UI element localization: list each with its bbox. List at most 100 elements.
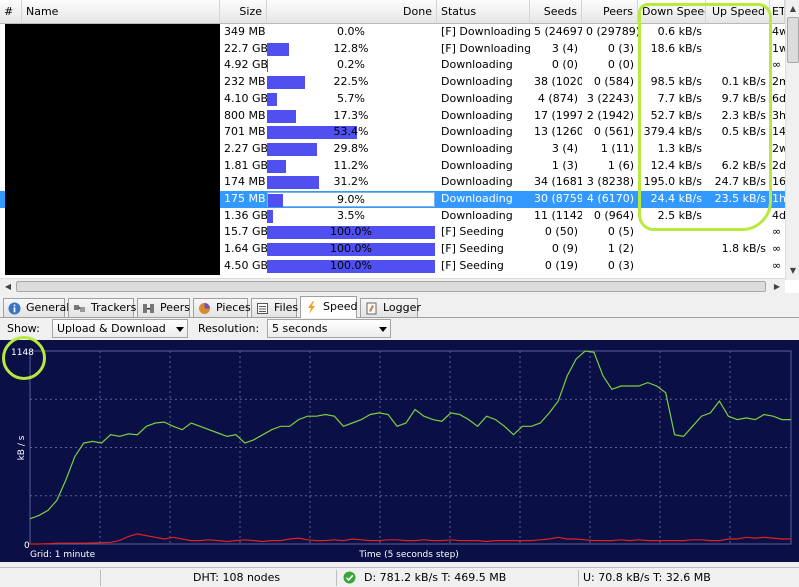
cell-status: Downloading [441, 158, 513, 172]
cell-seeds: 11 (1142) [534, 208, 582, 222]
progress-text: 29.8% [333, 141, 369, 155]
cell-peers: 0 (29789) [586, 25, 638, 38]
cell-size: 800 MB [224, 108, 266, 122]
cell-seeds: 13 (1260) [534, 125, 582, 139]
status-separator [578, 570, 579, 586]
trackers-icon [74, 305, 85, 312]
cell-eta: 2w [772, 141, 785, 155]
cell-status: Downloading [441, 141, 513, 155]
cell-seeds: 0 (19) [544, 258, 578, 272]
tab-logger[interactable]: Logger [360, 298, 421, 317]
chevron-down-icon [379, 327, 387, 332]
cell-up-speed [706, 208, 770, 225]
cell-down-speed [638, 258, 706, 275]
cell-status: Downloading [441, 125, 513, 139]
progress-text: 0.2% [337, 58, 365, 72]
show-select-value: Upload & Download [57, 322, 166, 335]
cell-size: 174 MB [224, 175, 266, 189]
cell-peers: 1 (6) [607, 158, 634, 172]
cell-peers: 0 (5) [607, 225, 634, 239]
tab-peers[interactable]: Peers [137, 298, 190, 317]
cell-seeds: 30 (8759) [534, 192, 582, 205]
vertical-scroll-thumb[interactable] [787, 17, 799, 63]
cell-seeds: 0 (50) [544, 225, 578, 239]
status-download: D: 781.2 kB/s T: 469.5 MB [364, 571, 507, 584]
cell-eta: ∞ [772, 58, 782, 72]
cell-eta: ∞ [772, 258, 782, 272]
scroll-up-icon[interactable]: ▲ [786, 2, 799, 16]
column-header-status[interactable]: Status [437, 0, 530, 24]
scroll-right-icon[interactable]: ▶ [770, 279, 784, 293]
scroll-left-icon[interactable]: ◀ [1, 279, 15, 293]
cell-up-speed: 9.7 kB/s [721, 91, 766, 105]
column-header-up-speed[interactable]: Up Speed [706, 0, 770, 24]
tab-files[interactable]: Files [251, 298, 298, 317]
column-header-size[interactable]: Size [220, 0, 267, 24]
cell-up-speed [706, 41, 770, 58]
status-separator [100, 570, 101, 586]
cell-seeds: 0 (9) [551, 242, 578, 256]
show-select[interactable]: Upload & Download [52, 319, 188, 338]
cell-eta: ∞ [772, 225, 782, 239]
y-axis-label: kB / s [17, 435, 27, 460]
resolution-select-value: 5 seconds [272, 322, 328, 335]
column-header-down-speed[interactable]: Down Speed [638, 0, 706, 24]
cell-up-speed: 6.2 kB/s [721, 158, 766, 172]
cell-seeds: 4 (874) [537, 91, 578, 105]
cell-size: 22.7 GB [224, 41, 267, 55]
cell-eta: 1h [772, 192, 785, 205]
cell-peers: 1 (11) [600, 141, 634, 155]
grid-label: Grid: 1 minute [30, 550, 96, 560]
cell-up-speed: 0.1 kB/s [721, 75, 766, 89]
tab-speed[interactable]: Speed [300, 296, 357, 318]
cell-down-speed: 379.4 kB/s [643, 125, 702, 139]
progress-text: 17.3% [333, 108, 369, 122]
connection-ok-icon [343, 571, 356, 584]
cell-down-speed: 18.6 kB/s [650, 41, 702, 55]
progress-text: 22.5% [333, 75, 369, 89]
torrent-list[interactable]: # Name Size Done Status Seeds Peers Down… [0, 0, 799, 293]
column-header-seeds[interactable]: Seeds [530, 0, 582, 24]
scroll-down-icon[interactable]: ▼ [786, 264, 799, 278]
cell-status: Downloading [441, 108, 513, 122]
column-header-peers[interactable]: Peers [582, 0, 638, 24]
column-header-done[interactable]: Done [267, 0, 437, 24]
column-header-eta[interactable]: ET [770, 0, 785, 24]
cell-up-speed [706, 24, 770, 41]
cell-size: 4.92 GB [224, 58, 267, 72]
cell-size: 4.10 GB [224, 91, 267, 105]
cell-status: [F] Seeding [441, 225, 504, 239]
resolution-select[interactable]: 5 seconds [267, 319, 391, 338]
column-header-num[interactable]: # [0, 0, 22, 24]
column-header-name[interactable]: Name [22, 0, 220, 24]
cell-size: 175 MB [224, 192, 266, 205]
progress-bar: 9.0% [267, 192, 435, 207]
cell-eta: 4w [772, 25, 785, 38]
horizontal-scroll-thumb[interactable] [16, 281, 766, 292]
files-icon [257, 303, 268, 314]
cell-eta: 3h [772, 108, 785, 122]
cell-peers: 1 (2) [607, 242, 634, 256]
tab-label: General [26, 301, 70, 314]
tab-general[interactable]: General [3, 298, 69, 317]
progress-text: 100.0% [330, 225, 372, 239]
progress-bar: 3.5% [267, 208, 435, 224]
cell-peers: 2 (1942) [586, 108, 634, 122]
info-icon [8, 302, 21, 315]
cell-eta: 1w [772, 41, 785, 55]
vertical-scrollbar[interactable]: ▲ ▼ [785, 0, 799, 280]
horizontal-scrollbar[interactable]: ◀ ▶ [0, 278, 785, 293]
cell-size: 1.36 GB [224, 208, 267, 222]
cell-down-speed: 2.5 kB/s [657, 208, 702, 222]
cell-status: Downloading [441, 208, 513, 222]
cell-down-speed: 52.7 kB/s [650, 108, 702, 122]
cell-down-speed: 7.7 kB/s [657, 91, 702, 105]
tab-pieces[interactable]: Pieces [193, 298, 251, 317]
speed-controls: Show: Upload & Download Resolution: 5 se… [0, 318, 799, 340]
cell-seeds: 17 (1997) [534, 108, 582, 122]
cell-seeds: 3 (4) [551, 41, 578, 55]
cell-eta: 16 [772, 175, 785, 189]
cell-peers: 0 (3) [607, 258, 634, 272]
cell-down-speed: 12.4 kB/s [650, 158, 702, 172]
tab-trackers[interactable]: Trackers [68, 298, 136, 317]
